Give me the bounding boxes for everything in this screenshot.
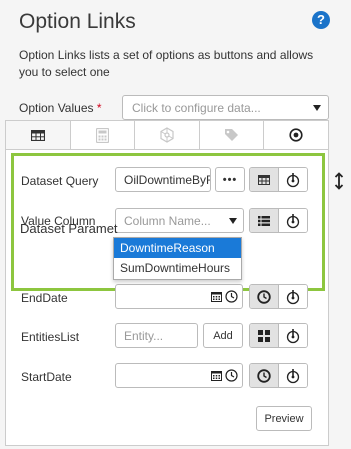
option-values-label-text: Option Values <box>19 101 94 115</box>
dataset-query-input[interactable]: OilDowntimeByF <box>115 167 211 192</box>
preview-button[interactable]: Preview <box>256 406 312 431</box>
table-mode-button[interactable] <box>250 168 279 191</box>
tab-network[interactable] <box>135 121 200 149</box>
dataset-query-mode-toggle <box>249 167 308 192</box>
dataset-query-label: Dataset Query <box>21 174 99 188</box>
tab-calculator[interactable] <box>70 121 136 149</box>
network-icon <box>160 127 174 143</box>
tab-table[interactable] <box>6 121 71 149</box>
end-date-mode-toggle <box>249 284 308 309</box>
gauge-icon <box>257 368 271 383</box>
calendar-icon[interactable] <box>211 291 222 302</box>
page-title: Option Links <box>19 10 136 33</box>
option-values-select[interactable]: Click to configure data... <box>122 95 329 120</box>
start-date-mode-toggle <box>249 363 308 388</box>
dropdown-option[interactable]: DowntimeReason <box>114 238 241 258</box>
pin-mode-button[interactable] <box>279 324 307 347</box>
clock-icon[interactable] <box>225 290 238 303</box>
configuration-panel: Dataset Query OilDowntimeByF ••• Value C… <box>5 120 329 446</box>
table-icon <box>30 129 45 141</box>
start-date-input[interactable] <box>115 363 243 388</box>
add-entity-button[interactable]: Add <box>203 323 243 348</box>
entities-list-label: EntitiesList <box>21 330 80 344</box>
entities-list-input[interactable]: Entity... <box>115 323 198 348</box>
pin-icon <box>286 328 300 343</box>
panel-tabs <box>6 121 328 150</box>
end-date-label: EndDate <box>21 291 68 305</box>
clock-icon[interactable] <box>225 369 238 382</box>
table-icon <box>258 174 270 185</box>
dropdown-option[interactable]: SumDowntimeHours <box>114 258 241 278</box>
pin-icon <box>286 368 300 383</box>
dataset-parameters-title: Dataset Paramet <box>20 221 118 236</box>
value-column-dropdown: DowntimeReason SumDowntimeHours <box>113 237 242 280</box>
chevron-down-icon <box>229 218 237 224</box>
chevron-down-icon <box>313 105 321 111</box>
pin-icon <box>286 289 300 304</box>
value-column-mode-toggle <box>249 208 308 233</box>
tab-target[interactable] <box>264 121 328 149</box>
pin-icon <box>286 172 300 187</box>
component-description: Option Links lists a set of options as b… <box>19 48 314 79</box>
calendar-icon[interactable] <box>211 370 222 381</box>
calculator-icon <box>95 127 109 143</box>
pin-mode-button[interactable] <box>279 285 307 308</box>
pin-mode-button[interactable] <box>279 364 307 387</box>
time-mode-button[interactable] <box>250 285 279 308</box>
list-icon <box>258 215 270 226</box>
pin-mode-button[interactable] <box>279 168 307 191</box>
tag-icon <box>225 128 239 141</box>
end-date-input[interactable] <box>115 284 243 309</box>
option-values-label: Option Values * <box>19 101 102 115</box>
pin-mode-button[interactable] <box>279 209 307 232</box>
grid-icon <box>258 329 270 342</box>
start-date-label: StartDate <box>21 370 72 384</box>
dataset-query-more-button[interactable]: ••• <box>215 167 245 192</box>
gauge-icon <box>257 289 271 304</box>
required-marker: * <box>96 101 102 115</box>
vertical-resize-icon[interactable] <box>334 172 344 190</box>
help-icon[interactable]: ? <box>312 11 330 29</box>
value-column-select[interactable]: Column Name... <box>115 208 244 233</box>
list-mode-button[interactable] <box>250 209 279 232</box>
pin-icon <box>286 213 300 228</box>
option-values-placeholder: Click to configure data... <box>132 101 261 115</box>
entities-list-mode-toggle <box>249 323 308 348</box>
time-mode-button[interactable] <box>250 364 279 387</box>
tab-tag[interactable] <box>199 121 265 149</box>
value-column-placeholder: Column Name... <box>124 214 211 228</box>
target-icon <box>289 128 303 142</box>
grid-mode-button[interactable] <box>250 324 279 347</box>
